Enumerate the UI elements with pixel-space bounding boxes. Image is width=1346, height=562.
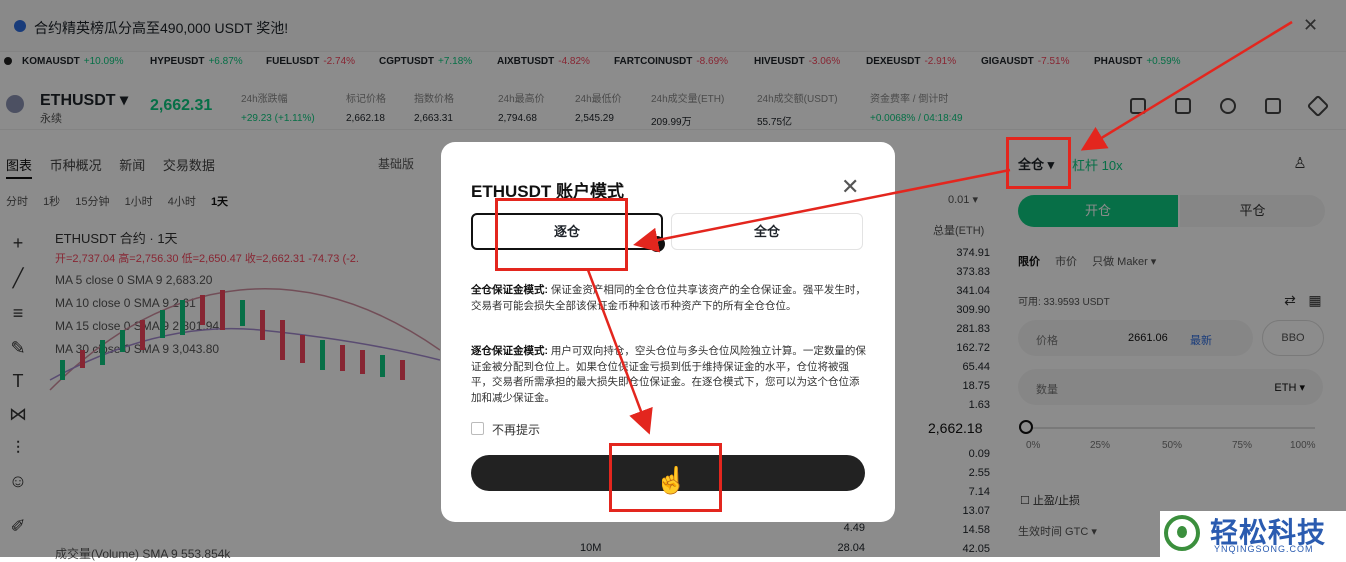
watermark-logo-icon [1164,515,1200,551]
annotation-arrows [586,20,1293,435]
arrow-to-margin-mode [1080,20,1293,151]
watermark-url: YNQINGSONG.COM [1214,544,1314,554]
arrow-to-confirm [586,269,653,435]
arrow-to-isolated [633,168,1011,253]
watermark: 轻松科技 YNQINGSONG.COM [1160,511,1346,557]
